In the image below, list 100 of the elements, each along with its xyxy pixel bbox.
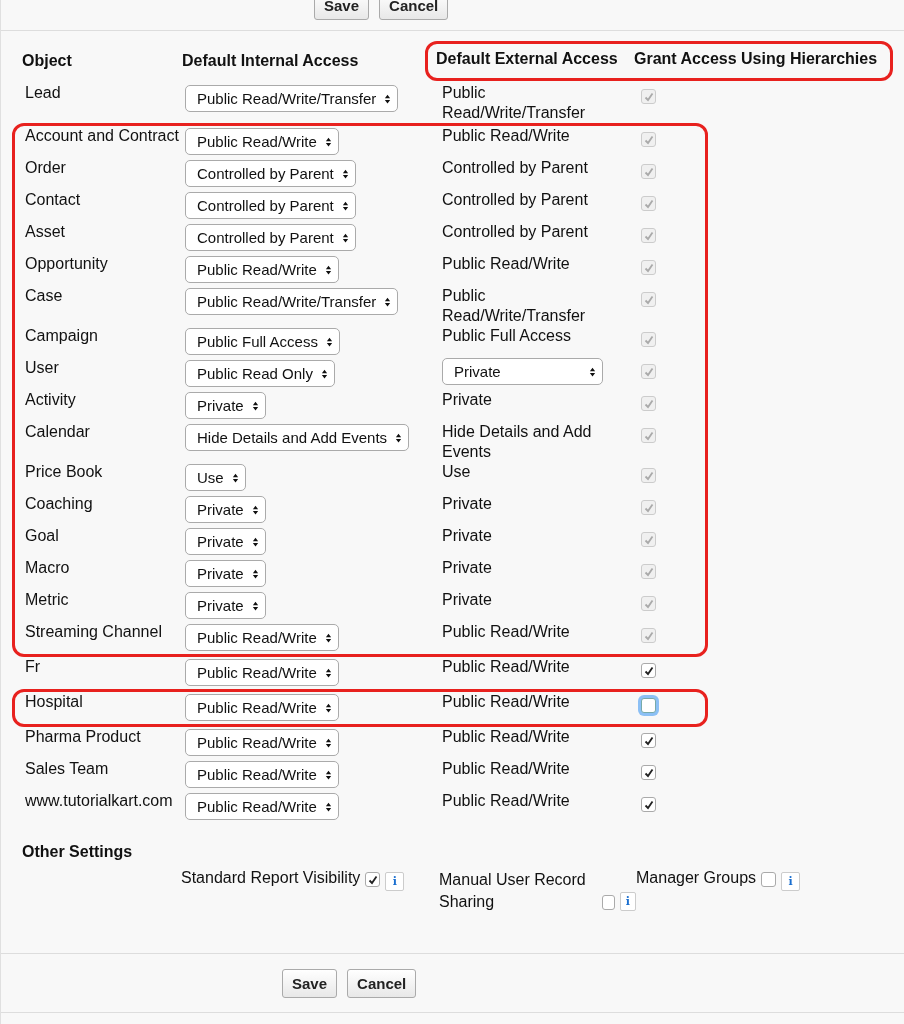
external-access-value: Public Read/Write xyxy=(442,622,571,642)
setting-label: Manual User Record Sharing xyxy=(439,870,587,912)
check-icon xyxy=(643,230,654,241)
check-icon xyxy=(643,665,654,676)
up-down-arrow-icon xyxy=(324,800,332,813)
up-down-arrow-icon xyxy=(325,335,333,348)
internal-access-select[interactable]: Public Read/Write xyxy=(185,761,339,788)
object-name: Streaming Channel xyxy=(25,622,163,642)
object-name: Campaign xyxy=(25,326,99,346)
up-down-arrow-icon xyxy=(341,199,349,212)
object-name: Contact xyxy=(25,190,82,210)
setting-checkbox[interactable] xyxy=(761,872,777,887)
up-down-arrow-icon xyxy=(324,666,332,679)
external-access-value: Public Read/Write xyxy=(442,254,571,274)
external-access-value: Private xyxy=(442,526,493,546)
info-button[interactable]: i xyxy=(619,892,636,911)
column-header: Object xyxy=(22,52,73,70)
object-name: Asset xyxy=(25,222,66,242)
object-name: Opportunity xyxy=(25,254,109,274)
check-icon xyxy=(643,166,654,177)
setting-label: Manager Groups xyxy=(636,869,757,887)
object-name: Goal xyxy=(25,526,60,546)
external-access-value: Public Read/Write xyxy=(442,759,571,779)
external-access-value: Private xyxy=(442,390,493,410)
external-access-value: Public Read/Write/Transfer xyxy=(442,83,587,123)
internal-access-select[interactable]: Public Read/Write xyxy=(185,793,339,820)
up-down-arrow-icon xyxy=(231,471,239,484)
internal-access-select[interactable]: Public Read/Write xyxy=(185,694,339,721)
check-icon xyxy=(367,874,378,885)
internal-access-select[interactable]: Public Read/Write xyxy=(185,729,339,756)
column-header: Grant Access Using Hierarchies xyxy=(634,50,878,68)
setting-checkbox[interactable] xyxy=(602,895,615,910)
column-header: Default Internal Access xyxy=(182,52,360,70)
up-down-arrow-icon xyxy=(384,295,392,308)
object-name: Order xyxy=(25,158,67,178)
check-icon xyxy=(643,430,654,441)
save-cancel-button[interactable]: Save xyxy=(314,0,370,20)
check-icon xyxy=(643,799,654,810)
up-down-arrow-icon xyxy=(341,167,349,180)
up-down-arrow-icon xyxy=(251,503,259,516)
check-icon xyxy=(643,262,654,273)
external-access-value: Public Read/Write/Transfer xyxy=(442,286,587,326)
up-down-arrow-icon xyxy=(395,431,403,444)
object-name: User xyxy=(25,358,60,378)
up-down-arrow-icon xyxy=(251,599,259,612)
object-name: Price Book xyxy=(25,462,104,482)
check-icon xyxy=(643,470,654,481)
object-name: Calendar xyxy=(25,422,91,442)
external-access-value: Controlled by Parent xyxy=(442,158,589,178)
grant-access-checkbox[interactable] xyxy=(641,733,656,748)
up-down-arrow-icon xyxy=(324,768,332,781)
check-icon xyxy=(643,630,654,641)
external-access-value: Public Full Access xyxy=(442,326,572,346)
check-icon xyxy=(643,534,654,545)
save-cancel-button[interactable]: Save xyxy=(282,968,338,998)
internal-access-select[interactable]: Public Read/Write xyxy=(185,659,339,686)
up-down-arrow-icon xyxy=(324,736,332,749)
object-name: Sales Team xyxy=(25,759,110,779)
object-name: Activity xyxy=(25,390,77,410)
up-down-arrow-icon xyxy=(324,263,332,276)
up-down-arrow-icon xyxy=(251,567,259,580)
grant-access-checkbox[interactable] xyxy=(641,698,656,713)
save-cancel-button[interactable]: Cancel xyxy=(379,0,449,20)
check-icon xyxy=(643,566,654,577)
external-access-value: Hide Details and Add Events xyxy=(442,422,593,462)
check-icon xyxy=(643,767,654,778)
save-cancel-button[interactable]: Cancel xyxy=(347,968,417,998)
info-button[interactable]: i xyxy=(385,872,405,891)
grant-access-checkbox[interactable] xyxy=(641,663,656,678)
setting-checkbox[interactable] xyxy=(365,872,381,887)
object-name: Fr xyxy=(25,657,42,677)
external-access-value: Private xyxy=(442,558,493,578)
section-title: Other Settings xyxy=(22,843,134,861)
external-access-value: Public Read/Write xyxy=(442,126,571,146)
check-icon xyxy=(643,134,654,145)
check-icon xyxy=(643,91,654,102)
external-access-value: Use xyxy=(442,462,472,482)
external-access-value: Controlled by Parent xyxy=(442,190,589,210)
external-access-value: Private xyxy=(442,590,493,610)
column-header: Default External Access xyxy=(436,50,619,68)
external-access-value: Public Read/Write xyxy=(442,727,571,747)
info-button[interactable]: i xyxy=(781,872,801,891)
check-icon xyxy=(643,294,654,305)
external-access-value: Public Read/Write xyxy=(442,657,571,677)
object-name: Metric xyxy=(25,590,70,610)
check-icon xyxy=(643,366,654,377)
up-down-arrow-icon xyxy=(324,701,332,714)
object-name: Account and Contract xyxy=(25,126,180,146)
external-access-value: Public Read/Write xyxy=(442,791,571,811)
setting-label: Standard Report Visibility xyxy=(181,869,361,887)
grant-access-checkbox[interactable] xyxy=(641,797,656,812)
object-name: Pharma Product xyxy=(25,727,142,747)
object-name: Hospital xyxy=(25,692,84,712)
up-down-arrow-icon xyxy=(251,399,259,412)
check-icon xyxy=(643,398,654,409)
check-icon xyxy=(643,502,654,513)
up-down-arrow-icon xyxy=(341,231,349,244)
check-icon xyxy=(643,334,654,345)
external-access-value: Public Read/Write xyxy=(442,692,571,712)
grant-access-checkbox[interactable] xyxy=(641,765,656,780)
